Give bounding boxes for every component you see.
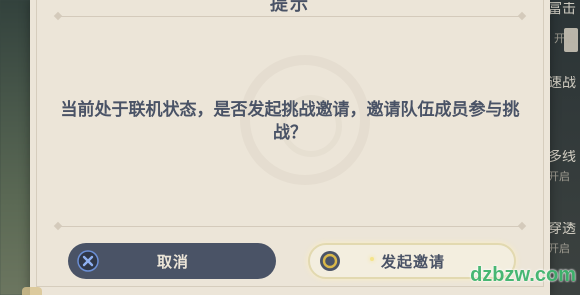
- side-hud-item: 开启: [548, 242, 570, 255]
- corner-decoration: [22, 287, 42, 295]
- divider-top: [58, 16, 522, 17]
- cancel-button-label: 取消: [156, 252, 189, 271]
- x-circle-icon: [76, 249, 100, 273]
- circle-icon: [318, 249, 342, 273]
- dialog-message: 当前处于联机状态，是否发起挑战邀请，邀请队伍成员参与挑战？: [60, 100, 520, 143]
- side-hud-item: 多线: [548, 150, 576, 164]
- site-watermark: dzbzw.com: [470, 264, 576, 286]
- dialog-title: 提示: [270, 0, 310, 15]
- side-hud-item: 速战: [548, 76, 576, 90]
- side-hud-item: 穿透: [548, 222, 576, 236]
- side-hud-item: 开启: [554, 32, 576, 45]
- game-screen: 富击 开启 速战 多线 开启 穿透 开启 提示 当前处于联机状态，是否发起挑战邀…: [0, 0, 580, 295]
- cancel-button[interactable]: 取消: [68, 243, 276, 279]
- side-hud-item: 富击: [548, 2, 576, 16]
- divider-bottom: [58, 226, 522, 227]
- side-hud-item: 开启: [548, 170, 570, 183]
- sparkle-icon: [370, 257, 374, 261]
- send-invite-label: 发起邀请: [380, 252, 445, 271]
- confirm-dialog: 提示 当前处于联机状态，是否发起挑战邀请，邀请队伍成员参与挑战？ 取消 发起邀请: [30, 0, 550, 295]
